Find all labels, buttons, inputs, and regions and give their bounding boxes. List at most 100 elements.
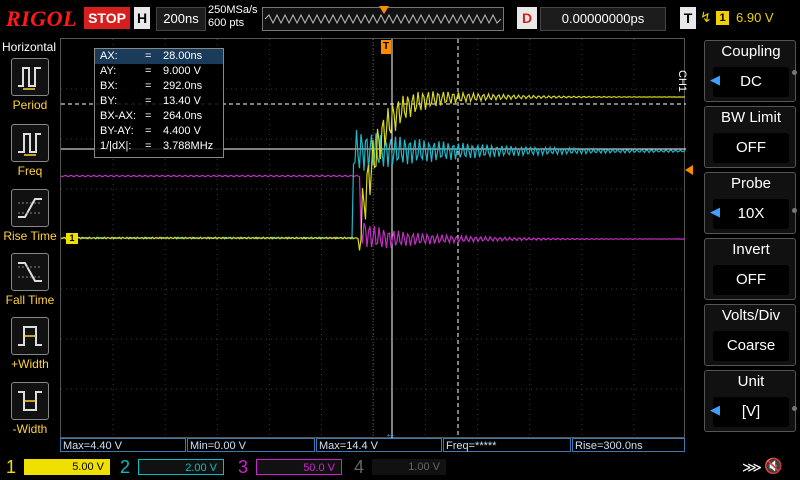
menu-item-rise-time[interactable]: Rise Time: [0, 189, 60, 243]
menu-coupling[interactable]: Coupling DC ◀: [704, 40, 796, 102]
cursor-readout-row: BX: = 292.0ns: [95, 79, 223, 94]
cursor-readout-row: BY: = 13.40 V: [95, 94, 223, 109]
cursor-value: 13.40 V: [163, 95, 201, 107]
freq-icon: [11, 124, 49, 162]
menu-label: -Width: [12, 422, 48, 436]
equals-sign: =: [145, 80, 152, 92]
menu-title: Coupling: [721, 43, 781, 60]
measurement-item[interactable]: Max=14.4 V: [316, 438, 442, 452]
trigger-time-marker-icon[interactable]: T: [381, 40, 391, 54]
run-stop-status[interactable]: STOP: [84, 7, 130, 29]
memory-depth: 600 pts: [208, 17, 245, 29]
menu-title: Unit: [737, 373, 765, 390]
cursor-key: 1/|dX|:: [100, 140, 132, 152]
trigger-level[interactable]: 6.90 V: [736, 7, 792, 29]
ch3-scale[interactable]: 50.0 V: [256, 459, 342, 475]
cursor-value: 9.000 V: [163, 65, 201, 77]
menu-unit[interactable]: Unit [V] ◀: [704, 370, 796, 432]
sample-rate: 250MSa/s: [208, 4, 258, 16]
menu-value: DC: [713, 67, 789, 97]
ch2-number[interactable]: 2: [120, 456, 130, 478]
ch1-scale[interactable]: 5.00 V: [24, 459, 110, 475]
menu-value: 10X: [713, 199, 789, 229]
rising-edge-icon: ↯: [700, 9, 712, 25]
menu-indicator-dot: [792, 406, 797, 411]
menu-item-period[interactable]: Period: [0, 58, 60, 112]
menu-label: Period: [12, 98, 48, 112]
ch4-scale[interactable]: 1.00 V: [372, 459, 446, 475]
cursor-readout-row: AX: = 28.00ns: [95, 49, 223, 64]
menu-value: OFF: [713, 265, 789, 295]
menu-item-fall-time[interactable]: Fall Time: [0, 253, 60, 307]
cursor-value: 4.400 V: [163, 125, 201, 137]
brand-logo: RIGOL: [6, 6, 77, 31]
ch4-number[interactable]: 4: [354, 456, 364, 478]
selector-arrow-icon: ◀: [710, 402, 720, 417]
speaker-muted-icon[interactable]: 🔇: [764, 457, 783, 475]
menu-volts-div[interactable]: Volts/Div Coarse: [704, 304, 796, 366]
ch3-number[interactable]: 3: [238, 456, 248, 478]
fall-time-icon: [11, 253, 49, 291]
usb-icon: ⋙: [742, 459, 762, 475]
menu-value: [V]: [713, 397, 789, 427]
menu-value: Coarse: [713, 331, 789, 361]
cursor-key: BX-AX:: [100, 110, 137, 122]
menu-bw-limit[interactable]: BW Limit OFF: [704, 106, 796, 168]
menu-label: Freq: [17, 164, 43, 178]
menu-item-negative-width[interactable]: -Width: [0, 382, 60, 436]
measurement-item[interactable]: Rise=300.0ns: [572, 438, 685, 452]
menu-indicator-dot: [792, 70, 797, 75]
acquisition-info: 250MSa/s 600 pts: [208, 4, 258, 30]
menu-invert[interactable]: Invert OFF: [704, 238, 796, 300]
measurement-item[interactable]: Max=4.40 V: [60, 438, 186, 452]
equals-sign: =: [145, 140, 152, 152]
cursor-key: BY:: [100, 95, 118, 107]
channel-tag: CH1: [676, 70, 688, 93]
trigger-label: T: [680, 7, 696, 29]
menu-title: Volts/Div: [721, 307, 781, 324]
delay-value[interactable]: 0.00000000ps: [540, 7, 666, 31]
measurement-item[interactable]: Freq=*****: [443, 438, 571, 452]
menu-item-freq[interactable]: Freq: [0, 124, 60, 178]
horizontal-label: H: [134, 7, 150, 29]
delay-label: D: [517, 7, 537, 29]
cursor-key: AY:: [100, 65, 117, 77]
menu-title: Probe: [730, 175, 772, 192]
menu-indicator-dot: [792, 208, 797, 213]
menu-title: Invert: [732, 241, 770, 258]
cursor-key: AX:: [100, 50, 118, 62]
cursor-readout-row: AY: = 9.000 V: [95, 64, 223, 79]
equals-sign: =: [145, 50, 152, 62]
left-menu-title: Horizontal: [2, 40, 57, 54]
cursor-readout-row: BY-AY: = 4.400 V: [95, 124, 223, 139]
measurement-item[interactable]: Min=0.00 V: [187, 438, 315, 452]
equals-sign: =: [145, 125, 152, 137]
menu-title: BW Limit: [721, 109, 781, 126]
equals-sign: =: [145, 65, 152, 77]
cursor-readout-row: BX-AX: = 264.0ns: [95, 109, 223, 124]
menu-label: Rise Time: [3, 229, 57, 243]
menu-label: Fall Time: [5, 293, 55, 307]
positive-width-icon: [11, 317, 49, 355]
memory-overview-strip[interactable]: [262, 6, 504, 31]
cursor-value: 3.788MHz: [163, 140, 214, 152]
cursor-value: 292.0ns: [163, 80, 203, 92]
ch1-ground-marker[interactable]: 1: [66, 233, 78, 244]
timebase-value[interactable]: 200ns: [156, 7, 206, 31]
menu-item-positive-width[interactable]: +Width: [0, 317, 60, 371]
cursor-key: BY-AY:: [100, 125, 134, 137]
trigger-level-marker-icon[interactable]: [685, 165, 693, 175]
negative-width-icon: [11, 382, 49, 420]
equals-sign: =: [145, 95, 152, 107]
cursor-value: 264.0ns: [163, 110, 203, 122]
menu-value: OFF: [713, 133, 789, 163]
menu-probe[interactable]: Probe 10X ◀: [704, 172, 796, 234]
selector-arrow-icon: ◀: [710, 72, 720, 87]
rise-time-icon: [11, 189, 49, 227]
cursor-readout-box: AX: = 28.00ns AY: = 9.000 V BX: = 292.0ns BY: = 13.…: [94, 48, 224, 158]
selector-arrow-icon: ◀: [710, 204, 720, 219]
ch1-number[interactable]: 1: [6, 456, 16, 478]
ch2-scale[interactable]: 2.00 V: [138, 459, 224, 475]
cursor-readout-row: 1/|dX|: = 3.788MHz: [95, 139, 223, 154]
cursor-value: 28.00ns: [163, 50, 203, 62]
